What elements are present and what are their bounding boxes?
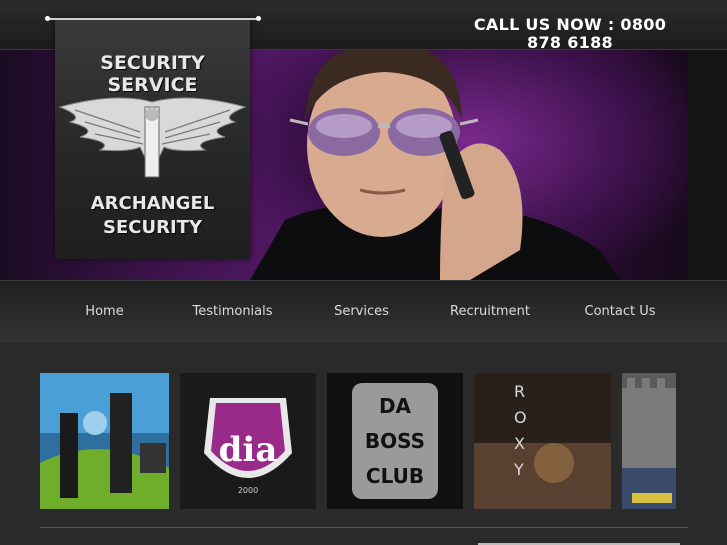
archangel-wings-icon (58, 97, 247, 178)
roxy-image: ROXY (474, 373, 611, 509)
gallery-thumb-club-interior[interactable] (40, 373, 169, 509)
dia-year: 2000 (238, 486, 258, 495)
da-boss-club-image: DA BOSS CLUB (327, 373, 463, 509)
dia-text: dia (219, 430, 278, 470)
banner-edge (688, 50, 727, 280)
castle-image (622, 373, 676, 509)
gallery-thumb-da-boss-club[interactable]: DA BOSS CLUB (327, 373, 463, 509)
logo-security-service: SECURITY SERVICE (100, 52, 205, 96)
nav-services[interactable]: Services (325, 304, 398, 320)
nav-recruitment[interactable]: Recruitment (445, 304, 535, 320)
content-divider (40, 527, 688, 528)
logo-divider (45, 16, 261, 21)
gallery-thumb-castle[interactable] (622, 373, 676, 509)
da-text: DA (379, 394, 412, 418)
club-text: CLUB (366, 464, 424, 488)
main-nav: Home Testimonials Services Recruitment C… (0, 280, 727, 342)
call-us-phone: CALL US NOW : 0800 878 6188 (473, 15, 667, 52)
nav-home[interactable]: Home (72, 304, 137, 320)
gallery-thumb-roxy[interactable]: ROXY (474, 373, 611, 509)
logo-archangel-security: ARCHANGEL SECURITY (90, 193, 215, 238)
nav-contact-us[interactable]: Contact Us (578, 304, 662, 320)
boss-text: BOSS (365, 429, 425, 453)
nav-testimonials[interactable]: Testimonials (186, 304, 279, 320)
dia-logo-image: dia 2000 (180, 373, 316, 509)
gallery-thumb-dia[interactable]: dia 2000 (180, 373, 316, 509)
club-interior-image (40, 373, 169, 509)
